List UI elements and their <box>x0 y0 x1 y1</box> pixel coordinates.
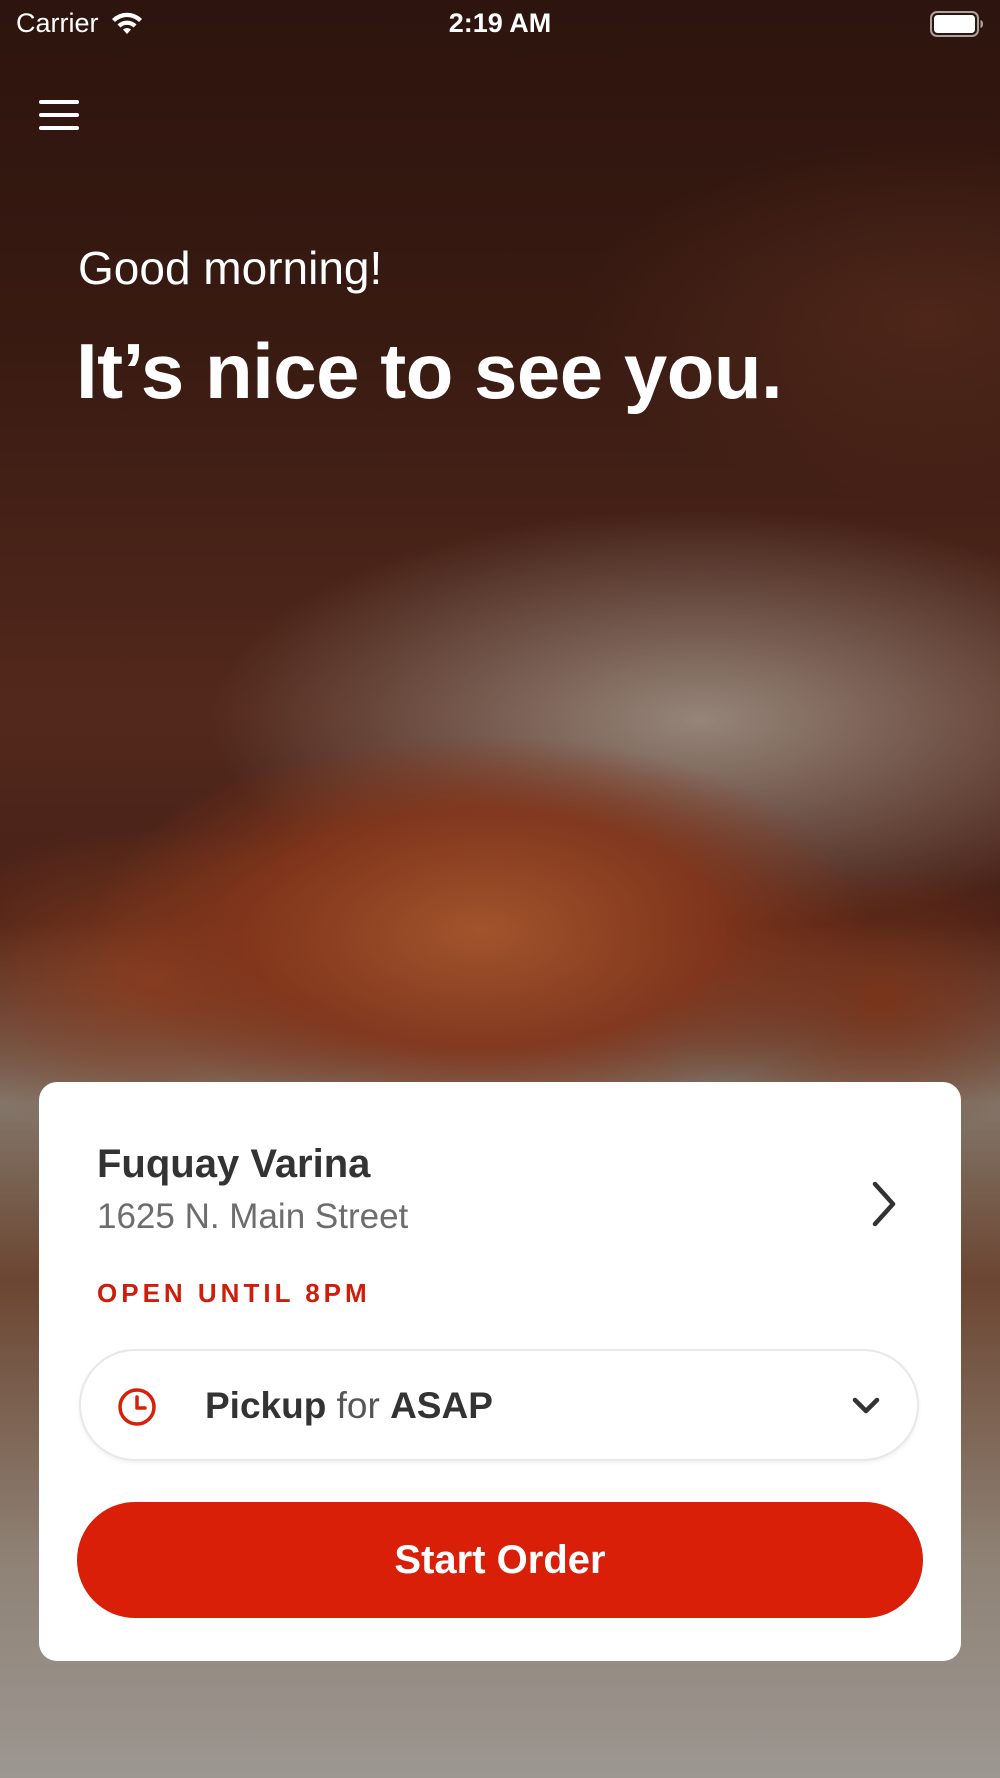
chevron-down-icon <box>852 1397 880 1414</box>
store-selector[interactable]: Fuquay Varina 1625 N. Main Street <box>97 1138 903 1268</box>
menu-icon <box>39 100 79 104</box>
home-screen: Carrier 2:19 AM Good morning! It’s nice … <box>0 0 1000 1778</box>
pickup-time-selector[interactable]: Pickup for ASAP <box>79 1349 919 1461</box>
chevron-right-icon <box>872 1181 896 1227</box>
order-time: ASAP <box>390 1385 493 1426</box>
location-card: Fuquay Varina 1625 N. Main Street OPEN U… <box>39 1082 961 1661</box>
pickup-summary: Pickup for ASAP <box>205 1381 493 1431</box>
store-address: 1625 N. Main Street <box>97 1197 409 1236</box>
store-name: Fuquay Varina <box>97 1142 371 1186</box>
order-mode-connector: for <box>336 1385 380 1426</box>
hours-label: OPEN UNTIL 8PM <box>97 1278 371 1308</box>
status-time: 2:19 AM <box>448 8 552 38</box>
start-order-button[interactable]: Start Order <box>77 1502 923 1618</box>
status-bar: Carrier 2:19 AM <box>0 0 1000 50</box>
greeting-text: Good morning! <box>78 242 383 294</box>
order-mode: Pickup <box>205 1385 327 1426</box>
clock-icon <box>118 1388 156 1426</box>
menu-button[interactable] <box>30 86 88 144</box>
headline-text: It’s nice to see you. <box>76 327 783 415</box>
battery-icon <box>930 11 983 37</box>
